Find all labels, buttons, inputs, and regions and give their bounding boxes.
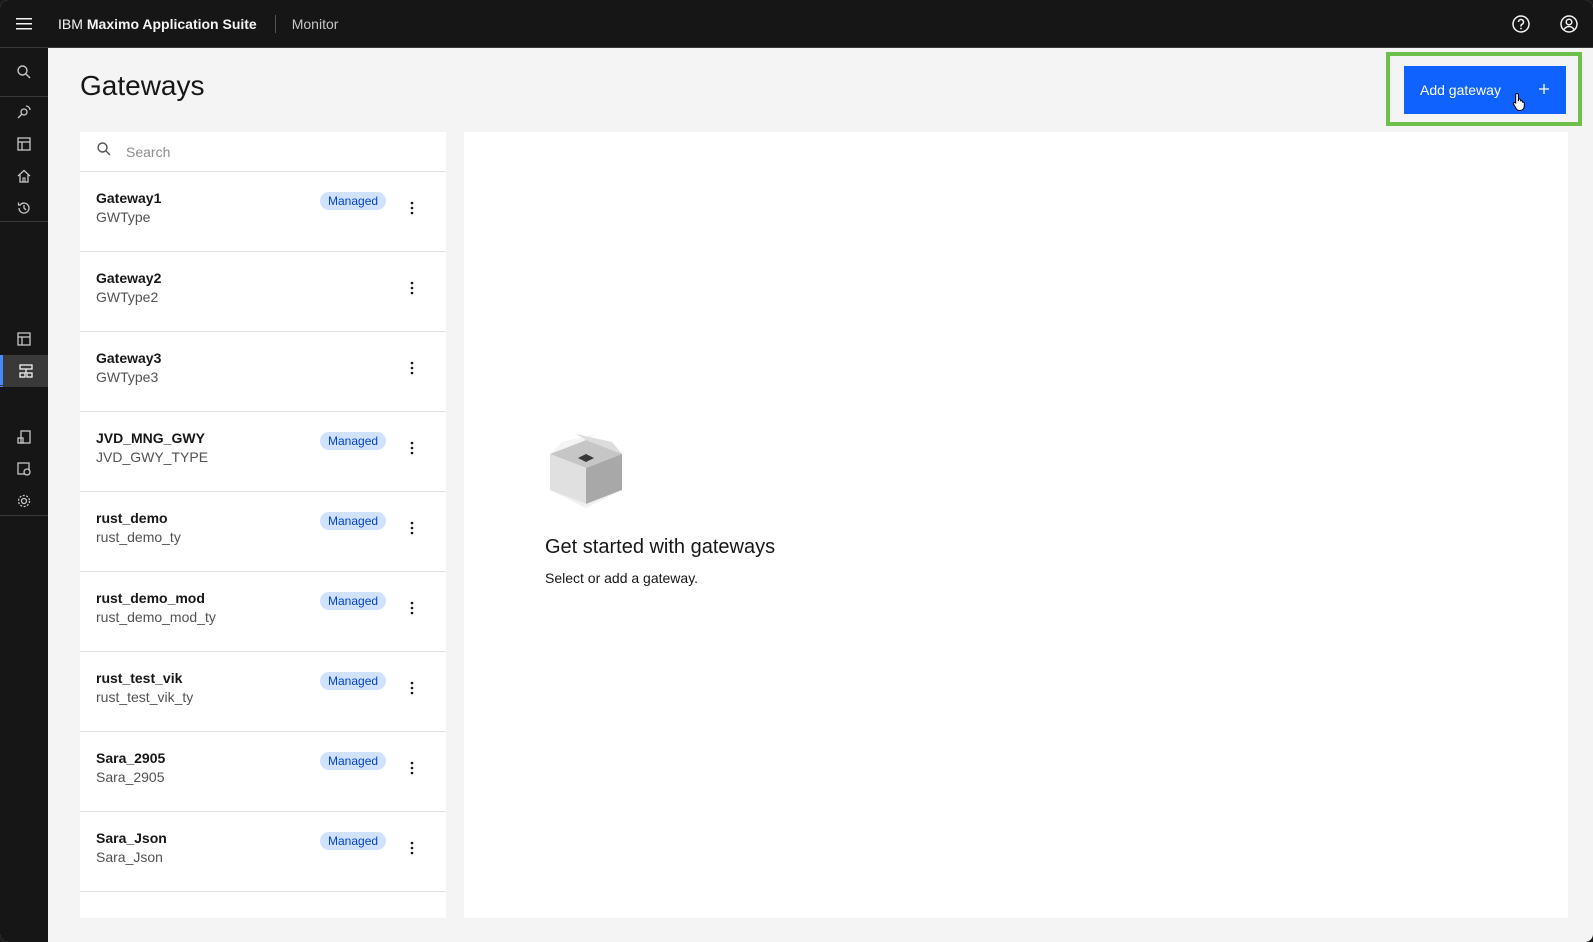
overflow-menu-icon[interactable] xyxy=(402,356,422,380)
gateway-type: JVD_GWY_TYPE xyxy=(96,449,209,465)
nav-calendar-icon[interactable] xyxy=(0,128,48,160)
managed-tag: Managed xyxy=(320,592,387,610)
nav-dashboard-icon[interactable] xyxy=(0,323,48,355)
overflow-menu-icon[interactable] xyxy=(402,196,422,220)
search-input[interactable] xyxy=(126,143,406,160)
managed-tag: Managed xyxy=(320,432,387,450)
managed-tag: Managed xyxy=(320,192,387,210)
menu-icon[interactable] xyxy=(0,0,48,48)
gateway-type: Sara_Json xyxy=(96,849,163,865)
gateway-name: Gateway3 xyxy=(96,350,162,366)
nav-settings-icon[interactable] xyxy=(0,485,48,517)
gateway-type: GWType3 xyxy=(96,369,159,385)
box-illustration-icon xyxy=(544,432,628,513)
side-navigation xyxy=(0,48,48,942)
managed-tag: Managed xyxy=(320,832,387,850)
product-name[interactable]: IBM Maximo Application Suite xyxy=(48,14,276,33)
app-window: IBM Maximo Application Suite Monitor Gat… xyxy=(0,0,1593,942)
gateway-row[interactable]: rust_demo rust_demo_ty Managed xyxy=(80,492,446,572)
managed-tag: Managed xyxy=(320,512,387,530)
overflow-menu-icon[interactable] xyxy=(402,756,422,780)
nav-history-icon[interactable] xyxy=(0,192,48,224)
plus-icon xyxy=(1538,82,1550,98)
overflow-menu-icon[interactable] xyxy=(402,596,422,620)
brand-name: Maximo Application Suite xyxy=(86,15,257,32)
help-icon[interactable] xyxy=(1497,0,1545,48)
overflow-menu-icon[interactable] xyxy=(402,276,422,300)
gateway-row[interactable]: rust_test_vik rust_test_vik_ty Managed xyxy=(80,652,446,732)
brand-prefix: IBM xyxy=(58,15,83,32)
nav-satellite-icon[interactable] xyxy=(0,96,48,128)
gateway-type: rust_test_vik_ty xyxy=(96,689,194,705)
managed-tag: Managed xyxy=(320,672,387,690)
gateway-type: rust_demo_ty xyxy=(96,529,181,545)
search-icon xyxy=(96,141,112,162)
search-bar xyxy=(80,132,446,172)
gateway-row[interactable]: rust_demo_mod rust_demo_mod_ty Managed xyxy=(80,572,446,652)
user-avatar-icon[interactable] xyxy=(1545,0,1593,48)
hand-cursor-icon xyxy=(1512,92,1528,117)
nav-devices-icon[interactable] xyxy=(0,421,48,453)
gateway-detail-panel: Get started with gateways Select or add … xyxy=(464,132,1568,918)
add-gateway-highlight: Add gateway xyxy=(1386,52,1582,126)
gateway-row[interactable]: Gateway2 GWType2 xyxy=(80,252,446,332)
add-gateway-label: Add gateway xyxy=(1420,82,1501,98)
gateway-type: rust_demo_mod_ty xyxy=(96,609,216,625)
gateway-type: GWType xyxy=(96,209,151,225)
empty-state-title: Get started with gateways xyxy=(545,536,776,558)
page-title: Gateways xyxy=(80,70,205,101)
nav-home-icon[interactable] xyxy=(0,160,48,192)
gateway-list-panel: Gateway1GWTypeManagedGateway2GWType2Gate… xyxy=(80,132,446,918)
gateway-type: Sara_2905 xyxy=(96,769,165,785)
nav-search-icon[interactable] xyxy=(0,56,48,88)
overflow-menu-icon[interactable] xyxy=(402,436,422,460)
gateway-row[interactable]: JVD_MNG_GWY JVD_GWY_TYPE Managed xyxy=(80,412,446,492)
gateway-row[interactable]: Sara_Json Sara_Json Managed xyxy=(80,812,446,892)
nav-security-icon[interactable] xyxy=(0,453,48,485)
gateway-row[interactable]: Sara_2905 Sara_2905 Managed xyxy=(80,732,446,812)
app-name: Monitor xyxy=(291,15,339,32)
top-header: IBM Maximo Application Suite Monitor xyxy=(0,0,1593,48)
gateway-row[interactable]: Gateway1 GWType Managed xyxy=(80,172,446,252)
empty-state-subtitle: Select or add a gateway. xyxy=(545,570,699,586)
gateway-name: Gateway2 xyxy=(96,270,162,286)
overflow-menu-icon[interactable] xyxy=(402,836,422,860)
gateway-row[interactable]: Gateway3 GWType3 xyxy=(80,332,446,412)
overflow-menu-icon[interactable] xyxy=(402,516,422,540)
overflow-menu-icon[interactable] xyxy=(402,676,422,700)
managed-tag: Managed xyxy=(320,752,387,770)
gateway-type: GWType2 xyxy=(96,289,159,305)
nav-gateways-icon[interactable] xyxy=(0,355,48,387)
header-actions xyxy=(1497,0,1593,48)
add-gateway-button[interactable]: Add gateway xyxy=(1404,66,1566,114)
gateway-list: Gateway1 GWType Managed Gateway2 GWType2 Gate… xyxy=(80,172,446,892)
